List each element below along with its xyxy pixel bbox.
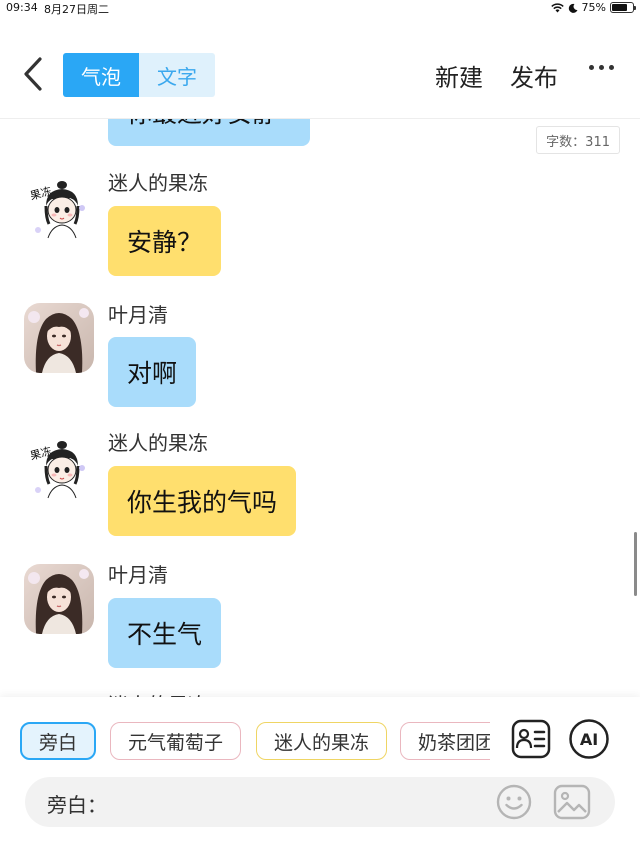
smiley-icon[interactable] <box>493 781 535 823</box>
message-bubble[interactable]: 你生我的气吗 <box>108 466 297 536</box>
word-count-badge: 字数：311 <box>536 126 620 154</box>
sender-name: 迷人的果冻 <box>108 171 208 195</box>
sender-name: 叶月清 <box>108 303 168 327</box>
message-bubble[interactable]: 安静？ <box>108 206 222 276</box>
back-button[interactable] <box>18 54 48 94</box>
tab-bubble[interactable]: 气泡 <box>63 53 139 97</box>
message-text: 安静？ <box>127 228 203 257</box>
battery-level <box>612 4 627 11</box>
more-dots-icon[interactable] <box>589 65 614 70</box>
message-input[interactable] <box>105 785 485 819</box>
input-bar: 旁白： <box>25 777 615 827</box>
chip-miren-guodong[interactable]: 迷人的果冻 <box>256 722 388 760</box>
message-text: 你生我的气吗 <box>127 488 278 517</box>
scrollbar[interactable] <box>634 532 637 596</box>
message-text: 不生气 <box>127 620 203 649</box>
publish-button[interactable]: 发布 <box>510 58 558 93</box>
message-bubble[interactable]: 不生气 <box>108 598 222 668</box>
mode-tabs: 气泡 文字 <box>63 53 215 97</box>
role-selector: 旁白 元气葡萄子 迷人的果冻 奶茶团团 <box>20 722 490 762</box>
battery-percent: 75% <box>581 1 606 14</box>
message-text-partial: 你最近好安静 <box>127 119 277 130</box>
status-time: 09:34 <box>6 1 38 14</box>
svg-text:AI: AI <box>580 730 598 749</box>
image-icon[interactable] <box>551 781 593 823</box>
avatar-ye-yueqing[interactable] <box>24 303 94 373</box>
top-bar: 气泡 文字 新建 发布 <box>0 40 640 112</box>
moon-icon <box>568 3 578 13</box>
message-bubble-partial[interactable]: 你最近好安静 <box>108 119 310 146</box>
chip-yuanqi-putaozi[interactable]: 元气葡萄子 <box>110 722 242 760</box>
message-bubble[interactable]: 对啊 <box>108 337 197 407</box>
avatar-jelly[interactable]: 果冻 <box>24 172 94 242</box>
battery-icon <box>610 2 636 13</box>
sender-name: 叶月清 <box>108 563 168 587</box>
chip-naicha-tuantuan[interactable]: 奶茶团团 <box>400 722 490 760</box>
avatar-jelly[interactable]: 果冻 <box>24 432 94 502</box>
message-text: 对啊 <box>127 359 178 388</box>
status-date: 8月27日周二 <box>44 3 109 16</box>
chat-area[interactable]: 你最近好安静 字数：311 果冻 迷人的果冻 <box>0 119 640 697</box>
status-bar: 09:34 8月27日周二 75% <box>0 0 640 18</box>
chevron-left-icon <box>24 57 42 91</box>
avatar-ye-yueqing[interactable] <box>24 564 94 634</box>
sender-name-partial: 迷人的果冻 <box>108 689 208 697</box>
wifi-icon <box>550 2 564 12</box>
tab-text[interactable]: 文字 <box>139 53 215 97</box>
sender-name: 迷人的果冻 <box>108 431 208 455</box>
chip-narrator[interactable]: 旁白 <box>20 722 97 760</box>
input-label: 旁白： <box>47 793 107 817</box>
bottom-panel: 旁白 元气葡萄子 迷人的果冻 奶茶团团 AI 旁白： <box>0 697 640 853</box>
status-indicators: 75% <box>550 1 636 14</box>
ai-icon[interactable]: AI <box>567 717 611 761</box>
contact-card-icon[interactable] <box>509 717 553 761</box>
new-button[interactable]: 新建 <box>435 58 483 93</box>
